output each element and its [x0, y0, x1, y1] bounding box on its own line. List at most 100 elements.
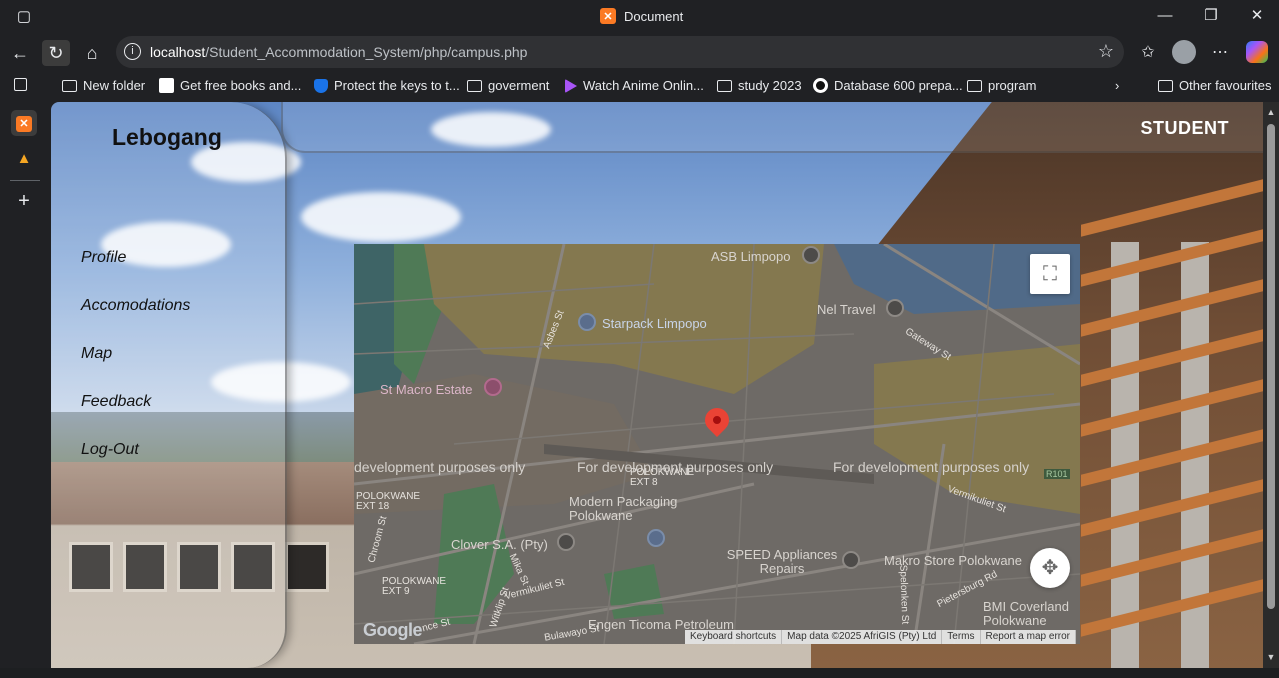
map-place: SPEED Appliances Repairs	[726, 547, 838, 576]
restore-icon[interactable]: ❐	[1201, 6, 1221, 26]
camera-control-icon[interactable]: ✥	[1030, 548, 1070, 588]
menu-item-map[interactable]: Map	[81, 345, 112, 363]
folder-icon	[717, 79, 732, 92]
window-title-text: Document	[624, 8, 684, 24]
bookmark-label: Get free books and...	[180, 78, 302, 93]
app-icon[interactable]: ▲	[11, 146, 37, 172]
home-icon[interactable]: ⌂	[78, 40, 106, 66]
scroll-thumb[interactable]	[1267, 124, 1275, 609]
menu-item-accomodations[interactable]: Accomodations	[81, 297, 190, 315]
menu-item-feedback[interactable]: Feedback	[81, 393, 151, 411]
bookmark-item[interactable]: Database 600 prepa...	[813, 78, 963, 93]
site-info-icon[interactable]: i	[124, 43, 141, 60]
url-host: localhost	[150, 44, 206, 60]
bookmark-label: Protect the keys to t...	[334, 78, 460, 93]
folder-icon	[62, 79, 77, 92]
fullscreen-icon[interactable]: ⛶	[1030, 254, 1070, 294]
bookmark-item[interactable]: study 2023	[717, 78, 802, 93]
top-bar: STUDENT	[281, 102, 1263, 153]
play-icon	[565, 78, 577, 93]
dev-watermark: For development purposes only	[833, 459, 1030, 475]
dev-watermark: development purposes only	[354, 459, 526, 475]
profile-avatar[interactable]	[1172, 40, 1196, 64]
area-label: POLOKWANE EXT 9	[382, 576, 447, 597]
bookmark-label: Watch Anime Onlin...	[583, 78, 704, 93]
favorite-star-icon[interactable]: ☆	[1098, 41, 1114, 62]
url-path: /Student_Accommodation_System/php/campus…	[205, 44, 528, 60]
minimize-icon[interactable]: —	[1155, 6, 1175, 26]
scroll-down-icon[interactable]: ▼	[1266, 652, 1276, 662]
title-bar: ▢ ✕ Document — ❐ ✕	[0, 0, 1279, 33]
taskbar-strip	[0, 668, 1279, 678]
address-bar[interactable]: i localhost/Student_Accommodation_System…	[116, 36, 1124, 68]
page-viewport: Lebogang Profile Accomodations Map Feedb…	[51, 102, 1263, 668]
bookmark-label: New folder	[83, 78, 146, 93]
bookmark-item[interactable]: New folder	[62, 78, 145, 93]
favorites-icon[interactable]: ✩	[1135, 40, 1161, 66]
close-icon[interactable]: ✕	[1247, 6, 1267, 26]
scroll-up-icon[interactable]: ▲	[1266, 107, 1276, 117]
keyboard-shortcuts-link[interactable]: Keyboard shortcuts	[685, 630, 783, 644]
map-place: Nel Travel	[817, 302, 876, 317]
bookmarks-bar: New folder Get free books and... Protect…	[0, 71, 1279, 102]
back-icon[interactable]: ←	[6, 40, 34, 66]
bookmark-item[interactable]: goverment	[467, 78, 549, 93]
poi-icon[interactable]	[647, 529, 665, 547]
street-label: Spelonken St	[897, 564, 911, 625]
bookmark-label: goverment	[488, 78, 550, 93]
xampp-tab-icon[interactable]: ✕	[11, 110, 37, 136]
bookmark-label: Database 600 prepa...	[834, 78, 963, 93]
bookmark-item[interactable]: Protect the keys to t...	[314, 78, 460, 93]
bookmark-item[interactable]: Watch Anime Onlin...	[565, 78, 704, 93]
map-place: Clover S.A. (Pty)	[451, 537, 548, 552]
folder-icon	[1158, 79, 1173, 92]
menu-item-logout[interactable]: Log-Out	[81, 441, 139, 459]
tab-actions-icon[interactable]: ▢	[14, 7, 34, 27]
route-badge: R101	[1044, 469, 1070, 479]
chevron-right-icon[interactable]: ›	[1115, 78, 1119, 93]
more-options-icon[interactable]: ⋯	[1207, 40, 1233, 66]
report-error-link[interactable]: Report a map error	[981, 630, 1076, 644]
poi-icon[interactable]	[578, 313, 596, 331]
poi-icon[interactable]	[557, 533, 575, 551]
bookmark-item[interactable]: program	[967, 78, 1036, 93]
poi-icon[interactable]	[842, 551, 860, 569]
window-title: ✕ Document	[600, 8, 683, 24]
map-place: Modern Packaging Polokwane	[569, 494, 678, 523]
dev-watermark: For development purposes only	[577, 459, 774, 475]
poi-icon[interactable]	[802, 246, 820, 264]
map-place: BMI Coverland Polokwane	[983, 599, 1069, 628]
map-place: Starpack Limpopo	[602, 316, 707, 331]
page-icon	[159, 78, 174, 93]
folder-icon	[967, 79, 982, 92]
map-place: St Macro Estate	[380, 382, 473, 397]
role-label: STUDENT	[1140, 118, 1229, 138]
poi-icon[interactable]	[484, 378, 502, 396]
folder-icon	[467, 79, 482, 92]
bookmark-item[interactable]: Get free books and...	[159, 78, 301, 93]
bookmark-label: study 2023	[738, 78, 802, 93]
map-data-attribution: Map data ©2025 AfriGIS (Pty) Ltd	[782, 630, 943, 644]
copilot-icon[interactable]	[1246, 41, 1268, 63]
terms-link[interactable]: Terms	[942, 630, 981, 644]
area-label: POLOKWANE EXT 18	[356, 491, 421, 512]
divider	[10, 180, 40, 181]
bookmark-item[interactable]: Other favourites	[1158, 78, 1272, 93]
add-icon[interactable]: +	[11, 188, 37, 214]
edge-sidebar: ✕ ▲ +	[0, 102, 51, 678]
side-panel: Lebogang Profile Accomodations Map Feedb…	[51, 102, 287, 668]
campus-map[interactable]: ASB Limpopo Nel Travel Starpack Limpopo …	[354, 244, 1080, 644]
xampp-icon: ✕	[600, 8, 616, 24]
menu-item-profile[interactable]: Profile	[81, 249, 126, 267]
url-text[interactable]: localhost/Student_Accommodation_System/p…	[150, 44, 527, 60]
map-place: ASB Limpopo	[711, 249, 791, 264]
page-scrollbar[interactable]: ▲ ▼	[1263, 102, 1279, 668]
poi-icon[interactable]	[886, 299, 904, 317]
google-logo: Google	[363, 620, 423, 640]
username: Lebogang	[112, 124, 222, 150]
circle-icon	[813, 78, 828, 93]
bookmark-label: Other favourites	[1179, 78, 1272, 93]
refresh-icon[interactable]: ↻	[42, 40, 70, 66]
sidebar-toggle-icon[interactable]	[14, 78, 27, 91]
bookmark-label: program	[988, 78, 1037, 93]
